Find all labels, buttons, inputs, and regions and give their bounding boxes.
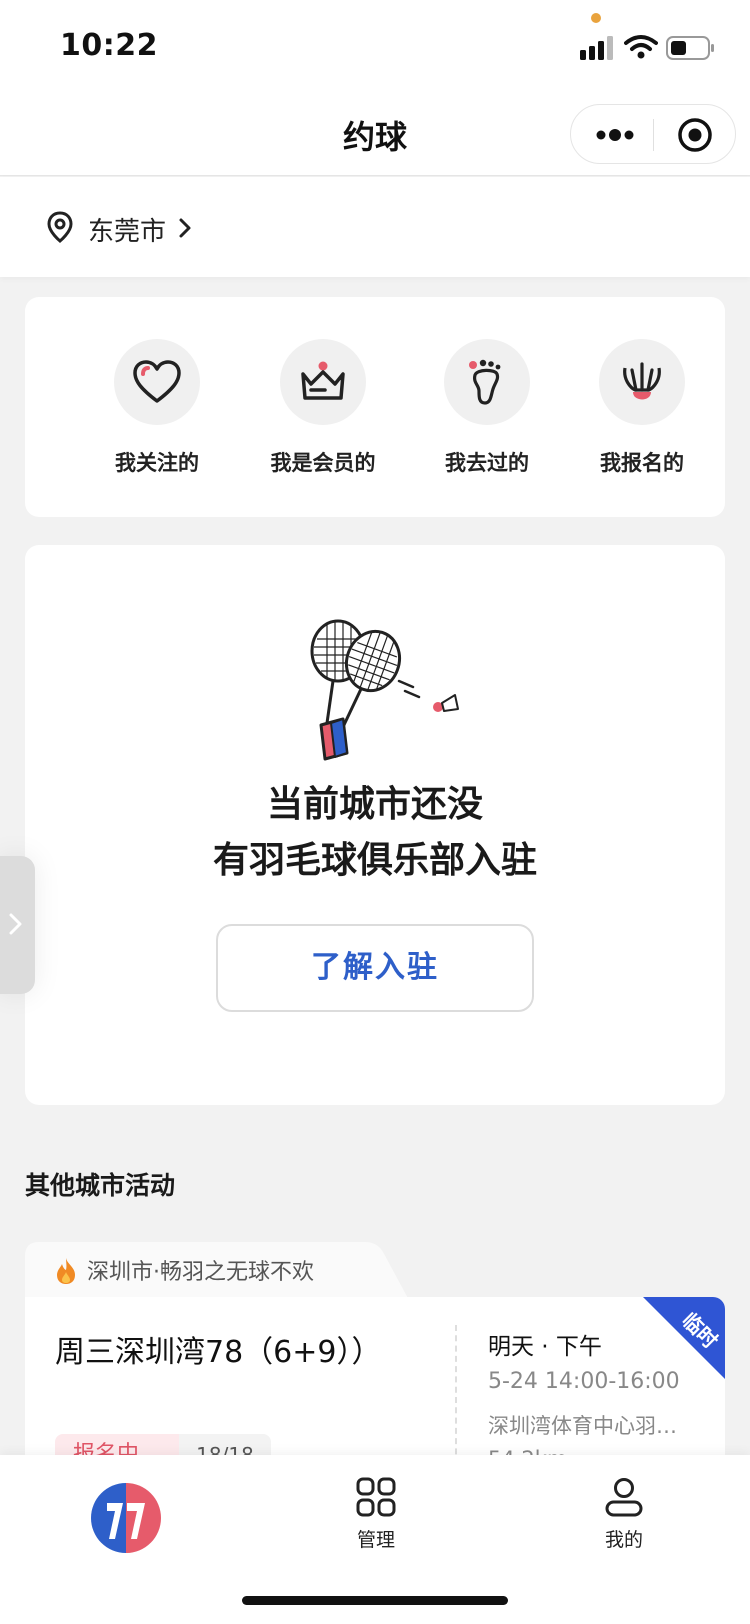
footprint-icon-circle xyxy=(444,339,530,425)
current-city: 东莞市 xyxy=(88,217,167,247)
cellular-signal-icon xyxy=(580,36,613,60)
activity-club-tab[interactable]: 深圳市·畅羽之无球不欢 xyxy=(25,1242,410,1302)
app-logo-icon xyxy=(91,1483,161,1553)
miniprogram-capsule xyxy=(570,104,736,164)
empty-state-line-2: 有羽毛球俱乐部入驻 xyxy=(212,840,537,881)
side-drawer-handle[interactable] xyxy=(0,856,35,994)
quick-entries-card: 我关注的 我是会员的 我去过的 我报名的 xyxy=(25,297,725,517)
bottom-tab-bar: 管理 我的 xyxy=(0,1455,750,1624)
tab-home[interactable] xyxy=(66,1481,186,1559)
city-selector[interactable]: 东莞市 xyxy=(0,177,750,277)
quick-entry-signed-up[interactable]: 我报名的 xyxy=(572,339,712,477)
tab-manage[interactable]: 管理 xyxy=(316,1477,436,1552)
footprint-icon xyxy=(469,359,501,405)
close-target-icon[interactable] xyxy=(677,117,713,153)
heart-icon-circle xyxy=(114,339,200,425)
empty-state-card: 当前城市还没 有羽毛球俱乐部入驻 了解入驻 xyxy=(25,545,725,1105)
quick-entry-following[interactable]: 我关注的 xyxy=(87,339,227,477)
battery-icon xyxy=(666,36,714,60)
quick-entry-label: 我去过的 xyxy=(445,451,529,475)
fire-icon xyxy=(57,1258,75,1284)
activity-name: 周三深圳湾78（6+9）） xyxy=(55,1335,382,1370)
badminton-illustration xyxy=(310,619,459,761)
heart-icon xyxy=(133,360,181,403)
empty-state-message: 当前城市还没 有羽毛球俱乐部入驻 xyxy=(25,777,725,889)
crown-icon xyxy=(301,361,345,400)
grid-icon xyxy=(356,1477,396,1517)
tab-mine-label: 我的 xyxy=(604,1529,643,1551)
empty-state-line-1: 当前城市还没 xyxy=(266,784,483,825)
temporary-corner-badge: 临时 xyxy=(643,1297,725,1379)
activity-club-name: 深圳市·畅羽之无球不欢 xyxy=(87,1260,314,1285)
shuttlecock-icon-circle xyxy=(599,339,685,425)
status-bar: 10:22 xyxy=(0,0,750,90)
shuttlecock-icon xyxy=(623,362,661,400)
chevron-right-icon xyxy=(9,913,22,935)
wifi-icon xyxy=(624,35,658,59)
quick-entry-label: 我报名的 xyxy=(600,451,684,475)
learn-settle-in-button[interactable]: 了解入驻 xyxy=(216,924,534,1012)
other-cities-title: 其他城市活动 xyxy=(25,1171,176,1200)
activity-card[interactable]: 周三深圳湾78（6+9）） 报名中 18/18 明天 · 下午 5-24 14:… xyxy=(25,1297,725,1477)
privacy-indicator-dot xyxy=(591,13,601,23)
card-divider xyxy=(455,1325,457,1475)
quick-entry-label: 我关注的 xyxy=(115,451,199,475)
activity-venue: 深圳湾体育中心羽… xyxy=(488,1414,677,1438)
tab-mine[interactable]: 我的 xyxy=(564,1477,684,1552)
quick-entry-member[interactable]: 我是会员的 xyxy=(253,339,393,477)
crown-icon-circle xyxy=(280,339,366,425)
quick-entry-label: 我是会员的 xyxy=(270,451,376,475)
chevron-right-icon xyxy=(179,218,191,238)
status-time: 10:22 xyxy=(60,28,158,63)
location-pin-icon xyxy=(47,211,73,243)
quick-entry-visited[interactable]: 我去过的 xyxy=(417,339,557,477)
more-icon[interactable] xyxy=(595,121,635,149)
home-indicator[interactable] xyxy=(242,1596,508,1605)
activity-when: 明天 · 下午 xyxy=(488,1334,602,1360)
navigation-bar: 约球 xyxy=(0,90,750,176)
capsule-divider xyxy=(653,119,654,151)
user-icon xyxy=(605,1478,643,1517)
tab-manage-label: 管理 xyxy=(356,1529,395,1551)
